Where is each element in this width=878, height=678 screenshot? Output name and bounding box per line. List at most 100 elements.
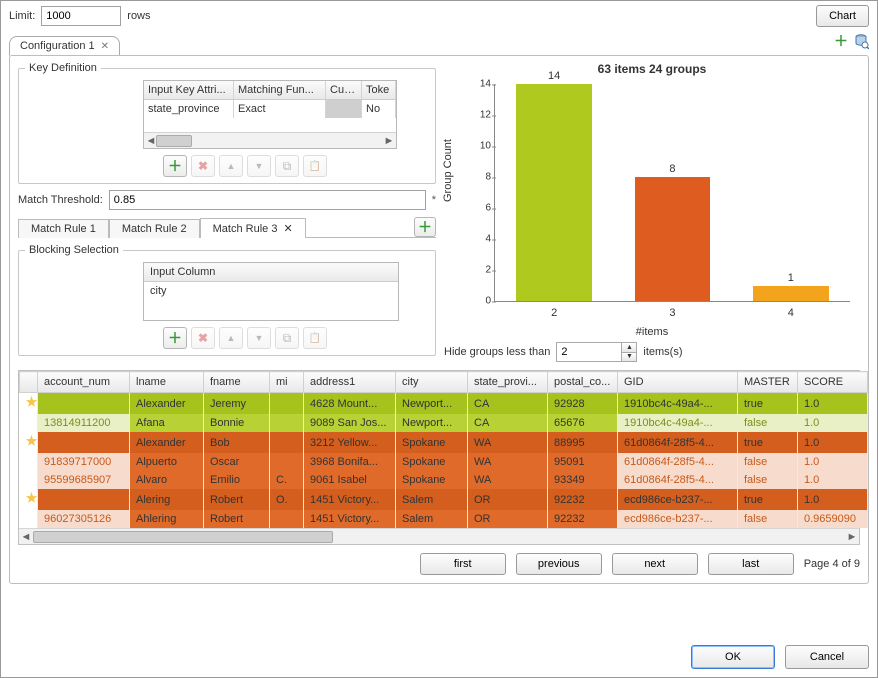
first-button[interactable]: first (420, 553, 506, 575)
column-header[interactable]: lname (130, 372, 204, 393)
y-tick: 12 (465, 110, 491, 121)
h-scrollbar[interactable]: ◄ ► (144, 132, 396, 148)
ok-button[interactable]: OK (691, 645, 775, 669)
limit-input[interactable] (41, 6, 121, 26)
paste-button (303, 155, 327, 177)
y-tick: 14 (465, 79, 491, 90)
key-definition-table[interactable]: Input Key Attri... Matching Fun... Cus..… (143, 80, 397, 149)
paste-button (303, 327, 327, 349)
required-indicator: * (432, 194, 436, 206)
hide-groups-suffix: items(s) (643, 346, 682, 358)
previous-button[interactable]: previous (516, 553, 602, 575)
y-tick: 8 (465, 172, 491, 183)
scroll-right-icon[interactable]: ► (845, 529, 859, 545)
table-row[interactable]: 91839717000AlpuertoOscar3968 Bonifa...Sp… (20, 453, 868, 471)
add-key-button[interactable]: ＋ (163, 155, 187, 177)
column-header[interactable]: address1 (304, 372, 396, 393)
match-analysis-icon[interactable] (853, 33, 869, 49)
col-toke[interactable]: Toke (362, 81, 396, 99)
blocking-selection-legend: Blocking Selection (25, 244, 123, 256)
x-tick: 3 (635, 307, 711, 319)
move-down-button (247, 327, 271, 349)
column-header[interactable]: GID (618, 372, 738, 393)
add-configuration-icon[interactable]: ＋ (833, 33, 849, 49)
scroll-thumb[interactable] (156, 135, 192, 147)
column-header[interactable]: postal_co... (548, 372, 618, 393)
col-custom[interactable]: Cus... (326, 81, 362, 99)
tab-configuration-1[interactable]: Configuration 1 ✕ (9, 36, 120, 56)
add-blocking-button[interactable]: ＋ (163, 327, 187, 349)
y-tick: 6 (465, 203, 491, 214)
results-grid[interactable]: account_numlnamefnamemiaddress1citystate… (18, 370, 860, 545)
key-definition-legend: Key Definition (25, 62, 101, 74)
column-header[interactable]: SCORE (798, 372, 868, 393)
limit-label: Limit: (9, 10, 35, 22)
table-row[interactable]: 95599685907AlvaroEmilioC.9061 IsabelSpok… (20, 471, 868, 489)
col-input-key[interactable]: Input Key Attri... (144, 81, 234, 99)
col-input-column[interactable]: Input Column (144, 263, 398, 282)
last-button[interactable]: last (708, 553, 794, 575)
spinner-down-icon[interactable]: ▼ (622, 353, 636, 362)
scroll-thumb[interactable] (33, 531, 333, 543)
bar-value: 14 (516, 70, 592, 82)
table-row[interactable]: 96027305126AhleringRobert1451 Victory...… (20, 510, 868, 528)
x-tick: 4 (753, 307, 829, 319)
master-star-icon (26, 435, 38, 447)
y-axis-label: Group Count (442, 139, 454, 202)
list-item[interactable]: city (144, 282, 398, 300)
table-row[interactable]: state_province Exact No (144, 100, 396, 118)
column-header[interactable]: account_num (38, 372, 130, 393)
column-header[interactable]: state_provi... (468, 372, 548, 393)
rows-label: rows (127, 10, 150, 22)
copy-button (275, 155, 299, 177)
match-threshold-input[interactable] (109, 190, 426, 210)
delete-key-button: ✖ (191, 155, 215, 177)
column-header[interactable]: MASTER (738, 372, 798, 393)
hide-groups-label: Hide groups less than (444, 346, 550, 358)
next-button[interactable]: next (612, 553, 698, 575)
y-tick: 4 (465, 234, 491, 245)
x-tick: 2 (516, 307, 592, 319)
y-tick: 2 (465, 265, 491, 276)
move-up-button (219, 155, 243, 177)
y-tick: 0 (465, 296, 491, 307)
column-header[interactable]: mi (270, 372, 304, 393)
chart-title: 63 items 24 groups (448, 62, 856, 76)
table-row[interactable]: 13814911200AfanaBonnie9089 San Jos...New… (20, 414, 868, 432)
cancel-button[interactable]: Cancel (785, 645, 869, 669)
tab-label: Configuration 1 (20, 40, 95, 52)
scroll-right-icon[interactable]: ► (382, 134, 396, 148)
bar: 14 (516, 84, 592, 301)
page-info: Page 4 of 9 (804, 558, 860, 570)
table-row[interactable]: AleringRobertO.1451 Victory...SalemOR922… (20, 489, 868, 510)
scroll-left-icon[interactable]: ◄ (19, 529, 33, 545)
tab-match-rule-2[interactable]: Match Rule 2 (109, 219, 200, 238)
hide-groups-spinner[interactable]: ▲ ▼ (556, 342, 637, 362)
bar-value: 8 (635, 163, 711, 175)
bar-value: 1 (753, 272, 829, 284)
match-threshold-label: Match Threshold: (18, 194, 103, 206)
chart-button[interactable]: Chart (816, 5, 869, 27)
column-header[interactable]: fname (204, 372, 270, 393)
column-header[interactable]: city (396, 372, 468, 393)
add-rule-button[interactable]: ＋ (414, 217, 436, 237)
master-star-icon (26, 492, 38, 504)
spinner-up-icon[interactable]: ▲ (622, 343, 636, 353)
table-row[interactable]: AlexanderBob3212 Yellow...SpokaneWA88995… (20, 432, 868, 453)
tab-match-rule-1[interactable]: Match Rule 1 (18, 219, 109, 238)
bar: 8 (635, 177, 711, 301)
hide-groups-input[interactable] (557, 343, 621, 361)
grid-h-scrollbar[interactable]: ◄ ► (19, 528, 859, 544)
close-icon[interactable]: ✕ (283, 222, 292, 235)
close-icon[interactable]: ✕ (101, 41, 109, 52)
delete-blocking-button: ✖ (191, 327, 215, 349)
bar-chart: Group Count 024681012141428314 #items (448, 78, 856, 338)
tab-match-rule-3[interactable]: Match Rule 3 ✕ (200, 218, 306, 238)
copy-button (275, 327, 299, 349)
table-row[interactable]: AlexanderJeremy4628 Mount...Newport...CA… (20, 393, 868, 415)
col-matching-fn[interactable]: Matching Fun... (234, 81, 326, 99)
y-tick: 10 (465, 141, 491, 152)
x-axis-label: #items (636, 326, 668, 338)
blocking-list[interactable]: Input Column city (143, 262, 399, 321)
master-star-icon (26, 396, 38, 408)
